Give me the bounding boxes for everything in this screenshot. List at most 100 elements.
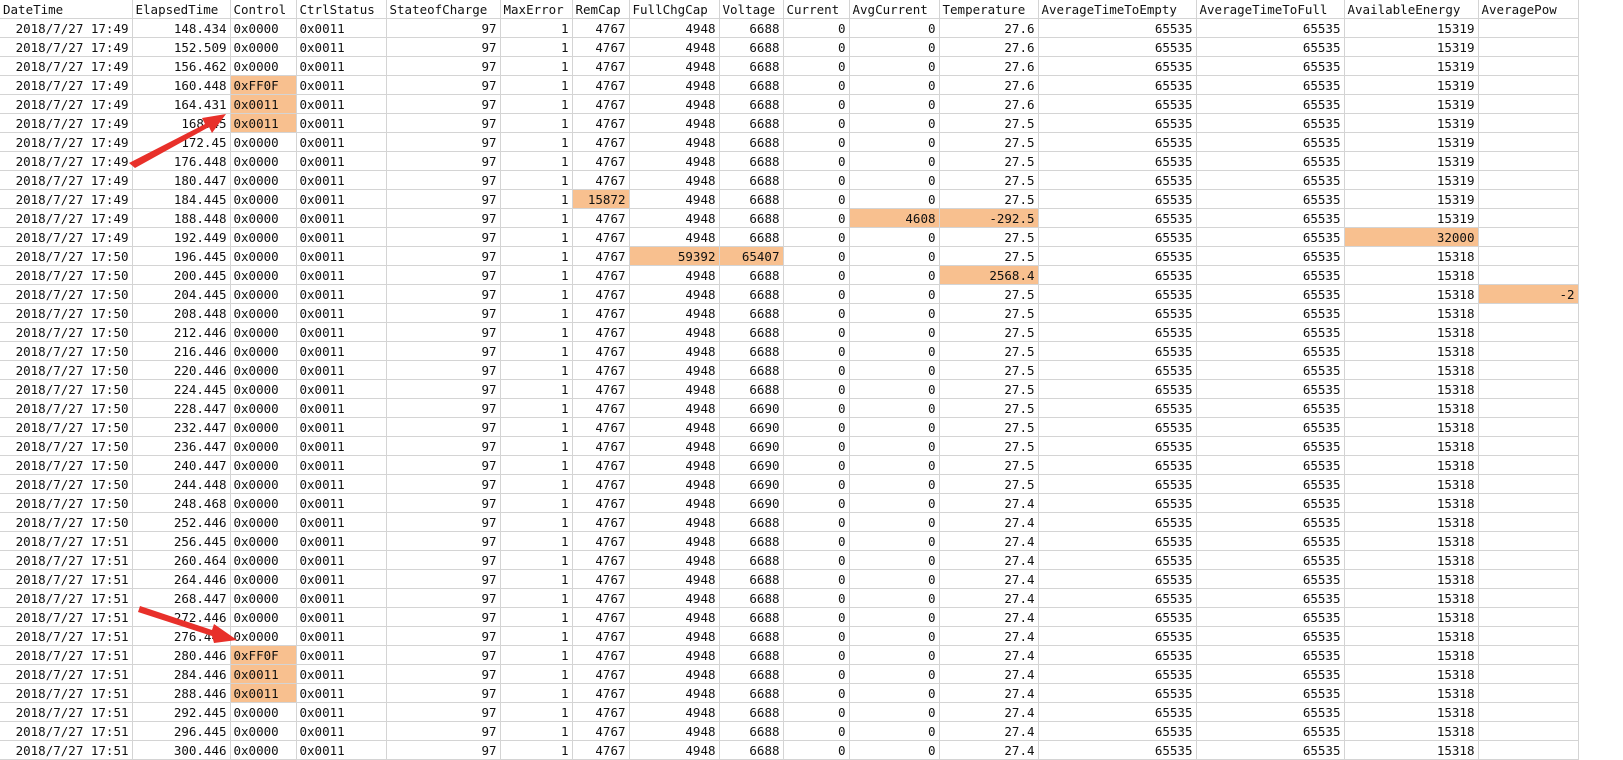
cell-avgcurrent[interactable]: 0 [849, 721, 940, 741]
cell-ctrlstatus[interactable]: 0x0011 [296, 341, 387, 361]
cell-availableenergy[interactable]: 15318 [1344, 265, 1479, 285]
cell-averagetimetofull[interactable]: 65535 [1196, 132, 1345, 152]
cell-avgcurrent[interactable]: 0 [849, 94, 940, 114]
cell-averagepow[interactable] [1478, 341, 1579, 361]
cell-voltage[interactable]: 6688 [719, 37, 784, 57]
cell-temperature[interactable]: 27.4 [939, 550, 1039, 570]
cell-averagepow[interactable] [1478, 436, 1579, 456]
column-header-stateofcharge[interactable]: StateofCharge [386, 0, 501, 19]
cell-stateofcharge[interactable]: 97 [386, 569, 501, 589]
cell-averagetimetoempty[interactable]: 65535 [1038, 569, 1197, 589]
cell-ctrlstatus[interactable]: 0x0011 [296, 94, 387, 114]
cell-remcap[interactable]: 4767 [572, 151, 630, 171]
spreadsheet[interactable]: DateTime ElapsedTime Control CtrlStatus Stat… [0, 0, 1579, 760]
cell-averagetimetofull[interactable]: 65535 [1196, 303, 1345, 323]
cell-temperature[interactable]: 27.4 [939, 588, 1039, 608]
cell-maxerror[interactable]: 1 [500, 417, 573, 437]
cell-control[interactable]: 0x0000 [230, 721, 297, 741]
cell-availableenergy[interactable]: 15318 [1344, 702, 1479, 722]
cell-voltage[interactable]: 6688 [719, 360, 784, 380]
cell-elapsedtime[interactable]: 196.445 [132, 246, 231, 266]
cell-averagepow[interactable] [1478, 740, 1579, 760]
cell-temperature[interactable]: 27.4 [939, 531, 1039, 551]
cell-availableenergy[interactable]: 15319 [1344, 189, 1479, 209]
cell-datetime[interactable]: 2018/7/27 17:51 [0, 683, 133, 703]
cell-elapsedtime[interactable]: 256.445 [132, 531, 231, 551]
cell-avgcurrent[interactable]: 0 [849, 740, 940, 760]
cell-temperature[interactable]: 27.4 [939, 683, 1039, 703]
cell-stateofcharge[interactable]: 97 [386, 512, 501, 532]
cell-voltage[interactable]: 6688 [719, 702, 784, 722]
cell-maxerror[interactable]: 1 [500, 170, 573, 190]
cell-averagepow[interactable] [1478, 208, 1579, 228]
cell-ctrlstatus[interactable]: 0x0011 [296, 284, 387, 304]
cell-averagetimetofull[interactable]: 65535 [1196, 417, 1345, 437]
cell-averagetimetofull[interactable]: 65535 [1196, 360, 1345, 380]
cell-control[interactable]: 0x0000 [230, 303, 297, 323]
cell-availableenergy[interactable]: 15318 [1344, 493, 1479, 513]
cell-temperature[interactable]: 27.5 [939, 379, 1039, 399]
cell-stateofcharge[interactable]: 97 [386, 550, 501, 570]
cell-maxerror[interactable]: 1 [500, 56, 573, 76]
cell-averagetimetofull[interactable]: 65535 [1196, 18, 1345, 38]
cell-averagepow[interactable]: -2 [1478, 284, 1579, 304]
cell-temperature[interactable]: 27.5 [939, 360, 1039, 380]
cell-maxerror[interactable]: 1 [500, 721, 573, 741]
cell-ctrlstatus[interactable]: 0x0011 [296, 151, 387, 171]
cell-maxerror[interactable]: 1 [500, 265, 573, 285]
cell-averagetimetoempty[interactable]: 65535 [1038, 531, 1197, 551]
cell-current[interactable]: 0 [783, 151, 850, 171]
cell-control[interactable]: 0x0000 [230, 588, 297, 608]
cell-avgcurrent[interactable]: 0 [849, 417, 940, 437]
cell-temperature[interactable]: 27.6 [939, 37, 1039, 57]
cell-avgcurrent[interactable]: 0 [849, 569, 940, 589]
cell-datetime[interactable]: 2018/7/27 17:50 [0, 455, 133, 475]
cell-temperature[interactable]: 27.5 [939, 398, 1039, 418]
cell-maxerror[interactable]: 1 [500, 740, 573, 760]
cell-avgcurrent[interactable]: 0 [849, 436, 940, 456]
cell-availableenergy[interactable]: 15318 [1344, 417, 1479, 437]
cell-voltage[interactable]: 6688 [719, 550, 784, 570]
column-header-remcap[interactable]: RemCap [572, 0, 630, 19]
cell-voltage[interactable]: 6688 [719, 607, 784, 627]
cell-maxerror[interactable]: 1 [500, 436, 573, 456]
cell-temperature[interactable]: -292.5 [939, 208, 1039, 228]
cell-averagepow[interactable] [1478, 303, 1579, 323]
cell-averagepow[interactable] [1478, 588, 1579, 608]
cell-temperature[interactable]: 27.5 [939, 151, 1039, 171]
cell-current[interactable]: 0 [783, 702, 850, 722]
cell-averagetimetofull[interactable]: 65535 [1196, 455, 1345, 475]
cell-stateofcharge[interactable]: 97 [386, 227, 501, 247]
cell-stateofcharge[interactable]: 97 [386, 626, 501, 646]
cell-ctrlstatus[interactable]: 0x0011 [296, 607, 387, 627]
cell-temperature[interactable]: 27.5 [939, 322, 1039, 342]
cell-averagetimetofull[interactable]: 65535 [1196, 683, 1345, 703]
cell-temperature[interactable]: 27.5 [939, 189, 1039, 209]
cell-ctrlstatus[interactable]: 0x0011 [296, 645, 387, 665]
cell-datetime[interactable]: 2018/7/27 17:51 [0, 626, 133, 646]
cell-availableenergy[interactable]: 15319 [1344, 113, 1479, 133]
cell-stateofcharge[interactable]: 97 [386, 208, 501, 228]
cell-datetime[interactable]: 2018/7/27 17:51 [0, 721, 133, 741]
cell-elapsedtime[interactable]: 232.447 [132, 417, 231, 437]
cell-fullchgcap[interactable]: 4948 [629, 227, 720, 247]
cell-ctrlstatus[interactable]: 0x0011 [296, 303, 387, 323]
cell-averagetimetoempty[interactable]: 65535 [1038, 360, 1197, 380]
cell-averagepow[interactable] [1478, 189, 1579, 209]
cell-averagepow[interactable] [1478, 512, 1579, 532]
cell-availableenergy[interactable]: 15318 [1344, 645, 1479, 665]
cell-maxerror[interactable]: 1 [500, 37, 573, 57]
cell-availableenergy[interactable]: 15318 [1344, 607, 1479, 627]
cell-stateofcharge[interactable]: 97 [386, 189, 501, 209]
cell-availableenergy[interactable]: 15318 [1344, 531, 1479, 551]
cell-avgcurrent[interactable]: 0 [849, 379, 940, 399]
cell-current[interactable]: 0 [783, 208, 850, 228]
cell-voltage[interactable]: 6688 [719, 132, 784, 152]
cell-avgcurrent[interactable]: 0 [849, 683, 940, 703]
cell-availableenergy[interactable]: 15319 [1344, 132, 1479, 152]
cell-voltage[interactable]: 6688 [719, 208, 784, 228]
cell-remcap[interactable]: 4767 [572, 702, 630, 722]
cell-voltage[interactable]: 6688 [719, 740, 784, 760]
cell-fullchgcap[interactable]: 4948 [629, 208, 720, 228]
cell-fullchgcap[interactable]: 4948 [629, 151, 720, 171]
